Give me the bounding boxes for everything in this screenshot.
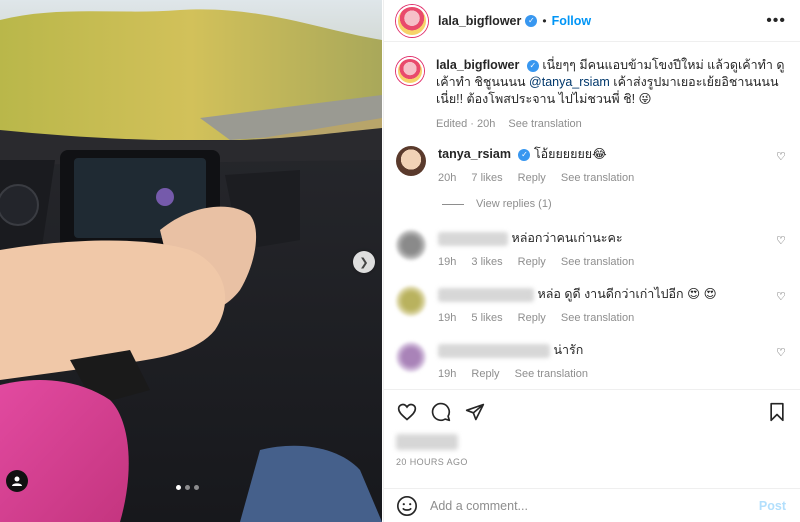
share-button[interactable] <box>464 401 486 423</box>
post-comment-button[interactable]: Post <box>759 499 786 513</box>
comment-likes[interactable]: 3 likes <box>471 256 502 268</box>
reply-button[interactable]: Reply <box>518 312 546 324</box>
view-replies-label: View replies (1) <box>476 198 552 210</box>
see-translation-link[interactable]: See translation <box>508 118 581 130</box>
caption-meta: Edited · 20h See translation <box>436 116 786 133</box>
carousel-dot <box>194 485 199 490</box>
see-translation-link[interactable]: See translation <box>561 312 634 324</box>
post-details-panel: lala_bigflower ✓ • Follow ••• lala_bigfl… <box>383 0 800 522</box>
carousel-indicator <box>176 485 199 490</box>
comment-body: หล่อกว่าคนเก่านะคะ 19h 3 likes Reply See… <box>438 230 786 271</box>
caption-username[interactable]: lala_bigflower <box>436 58 519 72</box>
comment-likes[interactable]: 5 likes <box>471 312 502 324</box>
post-photo[interactable]: ❯ <box>0 0 382 522</box>
comment-text: หล่อกว่าคนเก่านะคะ <box>511 231 623 245</box>
view-replies-button[interactable]: View replies (1) <box>442 198 552 210</box>
follow-button[interactable]: Follow <box>552 14 592 28</box>
commenter-username-blurred[interactable] <box>438 287 534 302</box>
comment-button[interactable] <box>430 401 452 423</box>
edited-label: Edited · 20h <box>436 118 496 130</box>
reply-button[interactable]: Reply <box>518 256 546 268</box>
commenter-avatar[interactable] <box>396 146 426 176</box>
comment-heart-icon[interactable]: ♡ <box>776 348 786 359</box>
comment-item: หล่อ ดูดี งานดีกว่าเก่าไปอีก 😍 😍 19h 5 l… <box>396 286 786 327</box>
commenter-avatar[interactable] <box>396 342 426 372</box>
comment-body: tanya_rsiam ✓ โอ้ยยยยยย😂 20h 7 likes Rep… <box>438 146 786 187</box>
header-separator: • <box>542 13 547 28</box>
comment-heart-icon[interactable]: ♡ <box>776 292 786 303</box>
comment-icon <box>431 402 451 422</box>
comment-body: หล่อ ดูดี งานดีกว่าเก่าไปอีก 😍 😍 19h 5 l… <box>438 286 786 327</box>
comment-item: tanya_rsiam ✓ โอ้ยยยยยย😂 20h 7 likes Rep… <box>396 146 786 187</box>
comment-text: หล่อ ดูดี งานดีกว่าเก่าไปอีก 😍 😍 <box>537 287 717 301</box>
carousel-dot-active <box>176 485 181 490</box>
commenter-username[interactable]: tanya_rsiam <box>438 147 511 161</box>
comment-item: น่ารัก 19h Reply See translation ♡ <box>396 342 786 383</box>
comment-meta: 20h 7 likes Reply See translation <box>438 170 786 187</box>
carousel-next-button[interactable]: ❯ <box>353 251 375 273</box>
likes-count-blurred[interactable] <box>396 434 458 450</box>
author-username[interactable]: lala_bigflower <box>438 14 521 28</box>
verified-icon: ✓ <box>525 14 538 27</box>
chevron-right-icon: ❯ <box>359 256 369 269</box>
comment-meta: 19h 3 likes Reply See translation <box>438 254 786 271</box>
comment-time: 19h <box>438 368 457 380</box>
share-icon <box>465 403 485 421</box>
add-comment-bar: Post <box>384 488 800 522</box>
comment-heart-icon[interactable]: ♡ <box>776 152 786 163</box>
carousel-dot <box>185 485 190 490</box>
verified-icon: ✓ <box>526 59 539 72</box>
emoji-icon[interactable] <box>396 495 418 517</box>
post-actions: 20 HOURS AGO <box>384 389 800 479</box>
replies-line <box>442 203 464 205</box>
bookmark-icon <box>770 402 784 422</box>
comment-likes[interactable]: 7 likes <box>471 172 502 184</box>
user-tag-button[interactable] <box>6 470 28 492</box>
see-translation-link[interactable]: See translation <box>561 256 634 268</box>
see-translation-link[interactable]: See translation <box>561 172 634 184</box>
caption-mention-link[interactable]: @tanya_rsiam <box>529 75 610 89</box>
comment-meta: 19h Reply See translation <box>438 366 786 383</box>
commenter-avatar[interactable] <box>396 286 426 316</box>
post-caption: lala_bigflower ✓ เนี่ยๆๆ มีคนแอบข้ามโขงป… <box>384 43 800 133</box>
author-avatar[interactable] <box>396 4 428 37</box>
user-tag-icon <box>12 476 22 486</box>
see-translation-link[interactable]: See translation <box>515 368 588 380</box>
comments-list[interactable]: lala_bigflower ✓ เนี่ยๆๆ มีคนแอบข้ามโขงป… <box>384 43 800 388</box>
comment-time: 19h <box>438 312 457 324</box>
post-header: lala_bigflower ✓ • Follow ••• <box>384 0 800 42</box>
comment-time: 19h <box>438 256 457 268</box>
save-button[interactable] <box>766 401 788 423</box>
commenter-avatar[interactable] <box>396 230 426 260</box>
add-comment-input[interactable] <box>430 498 759 513</box>
comment-time: 20h <box>438 172 457 184</box>
like-button[interactable] <box>396 401 418 423</box>
comment-meta: 19h 5 likes Reply See translation <box>438 310 786 327</box>
reply-button[interactable]: Reply <box>518 172 546 184</box>
heart-icon <box>397 403 417 421</box>
comment-text: น่ารัก <box>553 343 584 357</box>
commenter-username-blurred[interactable] <box>438 231 508 246</box>
reply-button[interactable]: Reply <box>471 368 499 380</box>
comment-text: โอ้ยยยยยย😂 <box>533 147 607 161</box>
caption-body: lala_bigflower ✓ เนี่ยๆๆ มีคนแอบข้ามโขงป… <box>436 57 786 133</box>
comment-item: หล่อกว่าคนเก่านะคะ 19h 3 likes Reply See… <box>396 230 786 271</box>
car-hands-photo <box>0 0 382 522</box>
more-options-icon[interactable]: ••• <box>766 12 786 30</box>
action-icons <box>396 400 788 424</box>
comment-heart-icon[interactable]: ♡ <box>776 236 786 247</box>
comment-body: น่ารัก 19h Reply See translation <box>438 342 786 383</box>
post-timestamp: 20 HOURS AGO <box>396 457 468 467</box>
caption-avatar[interactable] <box>396 57 424 85</box>
verified-icon: ✓ <box>518 148 531 161</box>
commenter-username-blurred[interactable] <box>438 343 550 358</box>
